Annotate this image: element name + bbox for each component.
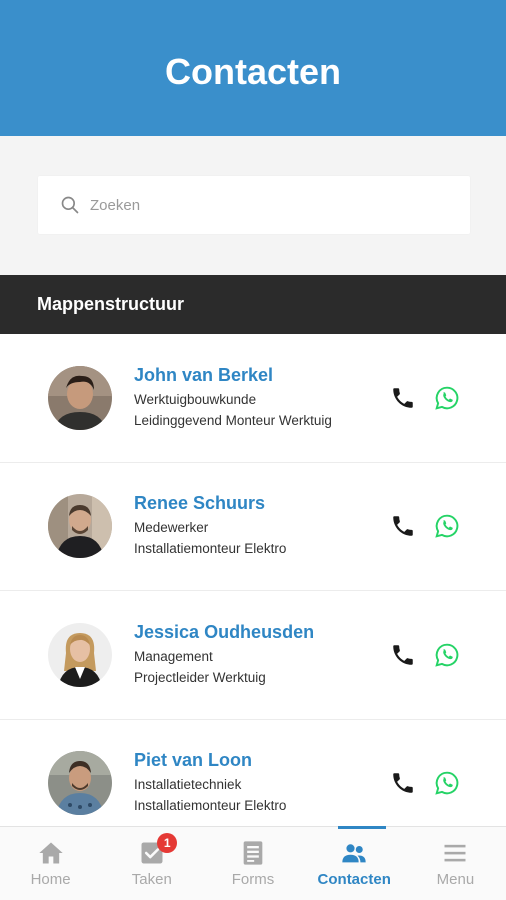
contact-department: Installatietechniek xyxy=(134,777,242,793)
search-box[interactable] xyxy=(38,176,470,234)
contact-actions xyxy=(390,385,460,411)
contact-info: Renee Schuurs Medewerker Installatiemont… xyxy=(134,493,390,559)
contact-name[interactable]: Piet van Loon xyxy=(134,750,390,771)
contact-role: Leidinggevend Monteur Werktuig xyxy=(134,412,332,428)
home-icon xyxy=(38,842,63,864)
tab-forms[interactable]: Forms xyxy=(202,827,303,900)
notification-badge: 1 xyxy=(157,833,178,853)
contact-info: Piet van Loon Installatietechniek Instal… xyxy=(134,750,390,816)
section-header[interactable]: Mappenstructuur xyxy=(0,275,506,334)
contact-actions xyxy=(390,513,460,539)
tab-label: Menu xyxy=(436,871,475,888)
menu-icon xyxy=(444,844,466,862)
avatar xyxy=(48,365,112,430)
bottom-tab-bar: Home 1 Taken Forms Contacten Menu xyxy=(0,826,506,900)
contact-item[interactable]: John van Berkel Werktuigbouwkunde Leidin… xyxy=(0,334,506,463)
phone-icon[interactable] xyxy=(390,642,416,668)
contact-actions xyxy=(390,770,460,796)
contact-department: Management xyxy=(134,648,213,664)
tab-contacten[interactable]: Contacten xyxy=(304,826,405,900)
contact-actions xyxy=(390,642,460,668)
page-title: Contacten xyxy=(164,51,341,92)
tab-label: Contacten xyxy=(317,871,391,888)
contact-info: Jessica Oudheusden Management Projectlei… xyxy=(134,622,390,688)
phone-icon[interactable] xyxy=(390,770,416,796)
contact-item[interactable]: Piet van Loon Installatietechniek Instal… xyxy=(0,720,506,827)
avatar xyxy=(48,622,112,687)
phone-icon[interactable] xyxy=(390,513,416,539)
avatar xyxy=(48,751,112,816)
contact-name[interactable]: John van Berkel xyxy=(134,365,390,386)
phone-icon[interactable] xyxy=(390,385,416,411)
tab-home[interactable]: Home xyxy=(0,827,101,900)
contact-name[interactable]: Jessica Oudheusden xyxy=(134,622,390,643)
tab-label: Home xyxy=(30,871,71,888)
whatsapp-icon[interactable] xyxy=(434,385,460,411)
search-input[interactable] xyxy=(90,196,430,214)
contact-role: Installatiemonteur Elektro xyxy=(134,541,287,557)
whatsapp-icon[interactable] xyxy=(434,513,460,539)
tab-label: Forms xyxy=(231,871,275,888)
contact-list: John van Berkel Werktuigbouwkunde Leidin… xyxy=(0,334,506,826)
search-icon xyxy=(61,196,79,214)
app-header: Contacten xyxy=(0,0,506,136)
whatsapp-icon[interactable] xyxy=(434,770,460,796)
tab-taken[interactable]: 1 Taken xyxy=(101,827,202,900)
tab-label: Taken xyxy=(131,871,172,888)
contacts-icon xyxy=(342,844,366,863)
forms-icon xyxy=(243,841,263,865)
contact-role: Projectleider Werktuig xyxy=(134,669,266,685)
contact-item[interactable]: Renee Schuurs Medewerker Installatiemont… xyxy=(0,463,506,591)
tab-menu[interactable]: Menu xyxy=(405,827,506,900)
contact-department: Werktuigbouwkunde xyxy=(134,391,257,407)
contact-name[interactable]: Renee Schuurs xyxy=(134,493,390,514)
contact-role: Installatiemonteur Elektro xyxy=(134,798,287,814)
search-area xyxy=(0,136,506,276)
whatsapp-icon[interactable] xyxy=(434,642,460,668)
avatar xyxy=(48,494,112,559)
contact-info: John van Berkel Werktuigbouwkunde Leidin… xyxy=(134,365,390,431)
contact-department: Medewerker xyxy=(134,520,209,536)
contact-item[interactable]: Jessica Oudheusden Management Projectlei… xyxy=(0,591,506,720)
